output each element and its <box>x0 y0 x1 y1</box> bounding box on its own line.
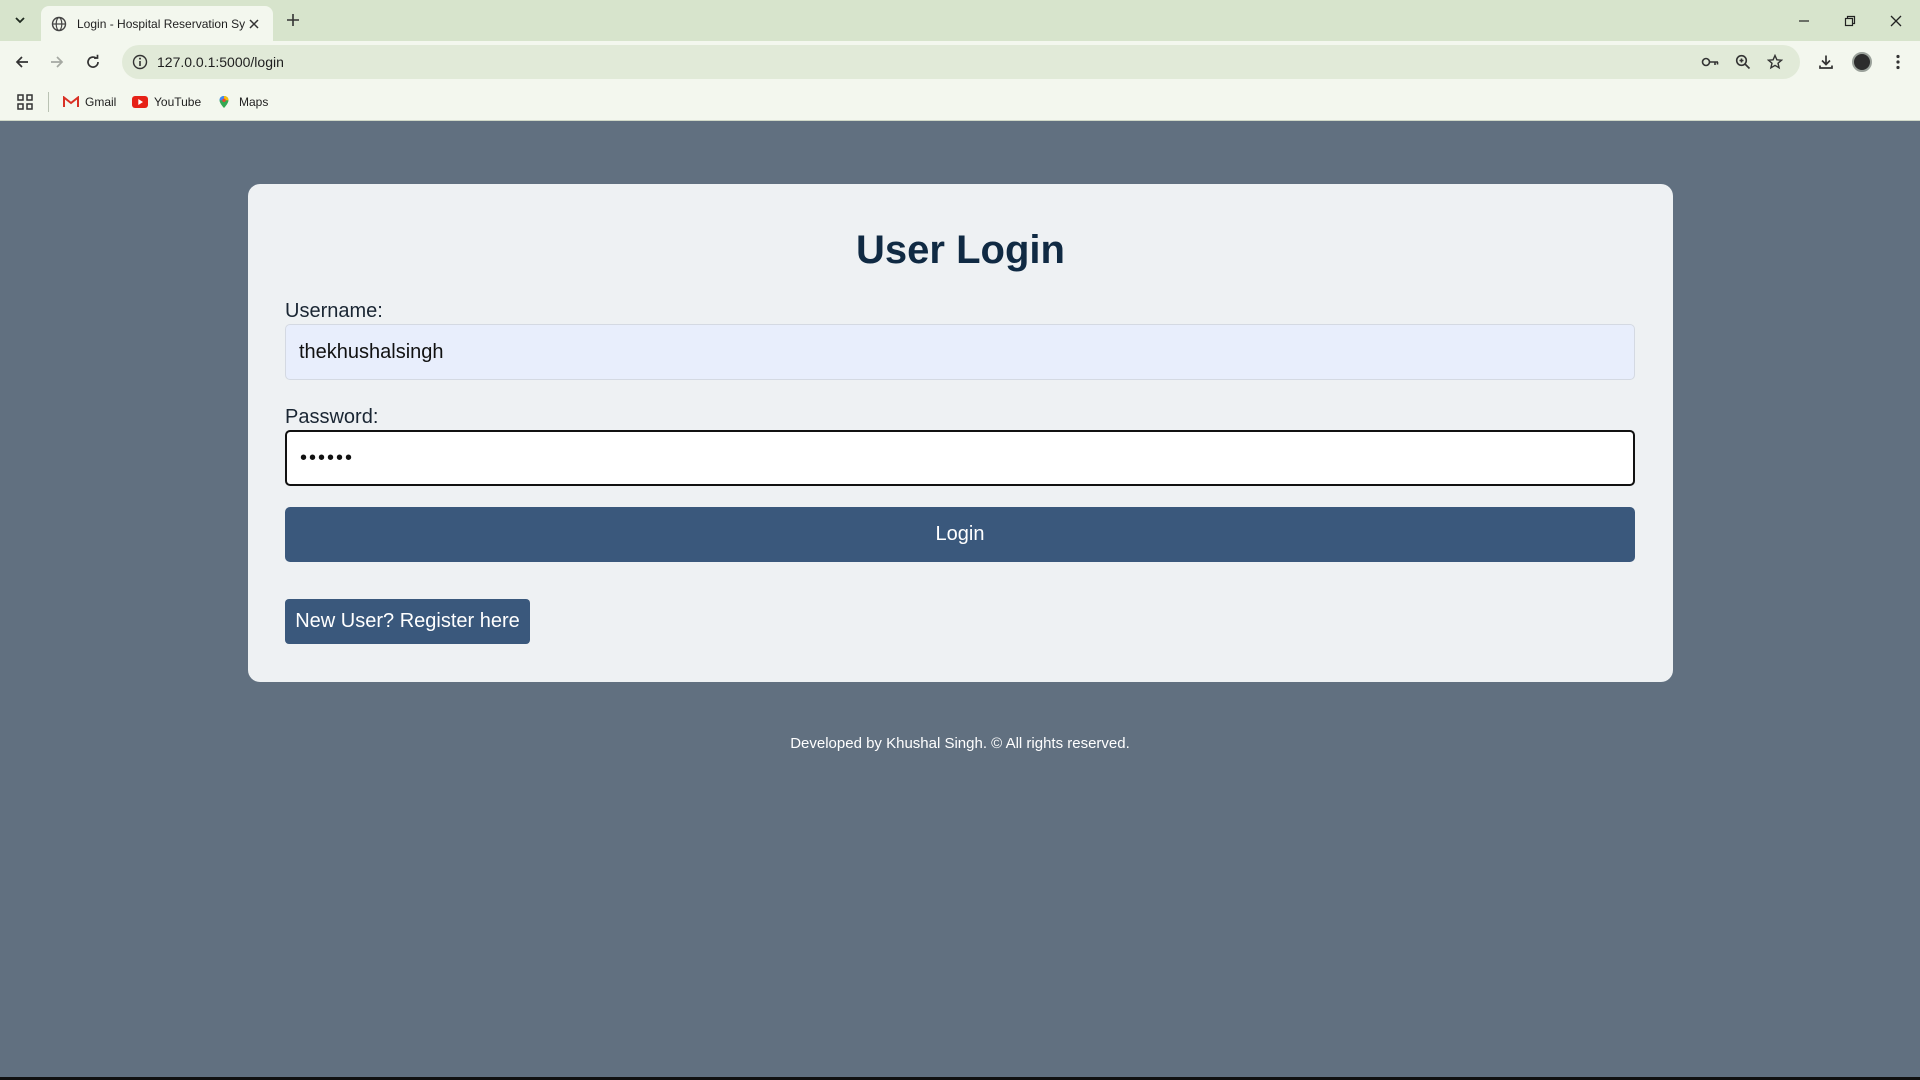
close-icon[interactable] <box>245 16 263 32</box>
maps-icon <box>217 95 233 109</box>
close-window-button[interactable] <box>1873 0 1919 41</box>
restore-icon <box>1844 15 1856 26</box>
tab-title: Login - Hospital Reservation Sy <box>77 16 245 31</box>
download-icon <box>1819 55 1833 69</box>
register-button[interactable]: New User? Register here <box>285 599 530 644</box>
tab-search-button[interactable] <box>8 8 32 32</box>
more-vertical-icon <box>1896 54 1900 70</box>
login-button[interactable]: Login <box>285 507 1635 562</box>
key-icon[interactable] <box>1699 52 1721 72</box>
arrow-right-icon <box>51 56 64 68</box>
bookmarks-bar: Gmail YouTube Maps <box>0 83 1920 121</box>
password-label: Password: <box>285 406 379 428</box>
url-text[interactable]: 127.0.0.1:5000/login <box>157 54 284 70</box>
minimize-icon <box>1799 19 1809 22</box>
zoom-icon[interactable] <box>1732 52 1754 72</box>
browser-menu-button[interactable] <box>1885 49 1911 75</box>
reload-button[interactable] <box>80 49 106 75</box>
address-bar[interactable]: 127.0.0.1:5000/login <box>122 45 1800 79</box>
username-value: thekhushalsingh <box>299 340 444 363</box>
bookmark-gmail[interactable]: Gmail <box>63 92 116 112</box>
login-card: User Login Username: thekhushalsingh Pas… <box>248 184 1673 682</box>
browser-tab-active[interactable]: Login - Hospital Reservation Sy <box>41 6 273 41</box>
close-window-icon <box>1890 15 1902 26</box>
browser-tab-strip: Login - Hospital Reservation Sy <box>0 0 1920 41</box>
page-title: User Login <box>856 228 1065 272</box>
username-label: Username: <box>285 300 383 322</box>
youtube-icon <box>132 95 148 109</box>
browser-toolbar: 127.0.0.1:5000/login <box>0 41 1920 83</box>
minimize-button[interactable] <box>1781 0 1827 41</box>
password-input[interactable]: •••••• <box>285 430 1635 486</box>
bookmark-star-icon[interactable] <box>1764 52 1786 72</box>
downloads-button[interactable] <box>1813 49 1839 75</box>
bookmark-label: YouTube <box>154 95 202 109</box>
avatar <box>1852 52 1872 72</box>
apps-grid-icon[interactable] <box>16 93 34 111</box>
restore-button[interactable] <box>1827 0 1873 41</box>
footer-text: Developed by Khushal Singh. © All rights… <box>790 735 1130 752</box>
globe-icon <box>51 16 67 32</box>
reload-icon <box>87 54 99 68</box>
username-input[interactable]: thekhushalsingh <box>285 324 1635 380</box>
bookmark-label: Gmail <box>85 95 117 109</box>
back-button[interactable] <box>9 49 35 75</box>
chevron-down-icon <box>15 17 25 24</box>
bookmark-youtube[interactable]: YouTube <box>132 92 201 112</box>
site-info-icon[interactable] <box>130 52 150 72</box>
bookmarks-divider <box>48 92 49 112</box>
password-value: •••••• <box>300 446 355 469</box>
plus-icon <box>287 14 299 26</box>
arrow-left-icon <box>15 56 28 68</box>
profile-button[interactable] <box>1849 49 1875 75</box>
forward-button[interactable] <box>44 49 70 75</box>
bookmark-maps[interactable]: Maps <box>217 92 268 112</box>
bookmark-label: Maps <box>239 95 269 109</box>
new-tab-button[interactable] <box>281 8 305 32</box>
gmail-icon <box>63 95 79 109</box>
page-body: User Login Username: thekhushalsingh Pas… <box>0 121 1920 1080</box>
